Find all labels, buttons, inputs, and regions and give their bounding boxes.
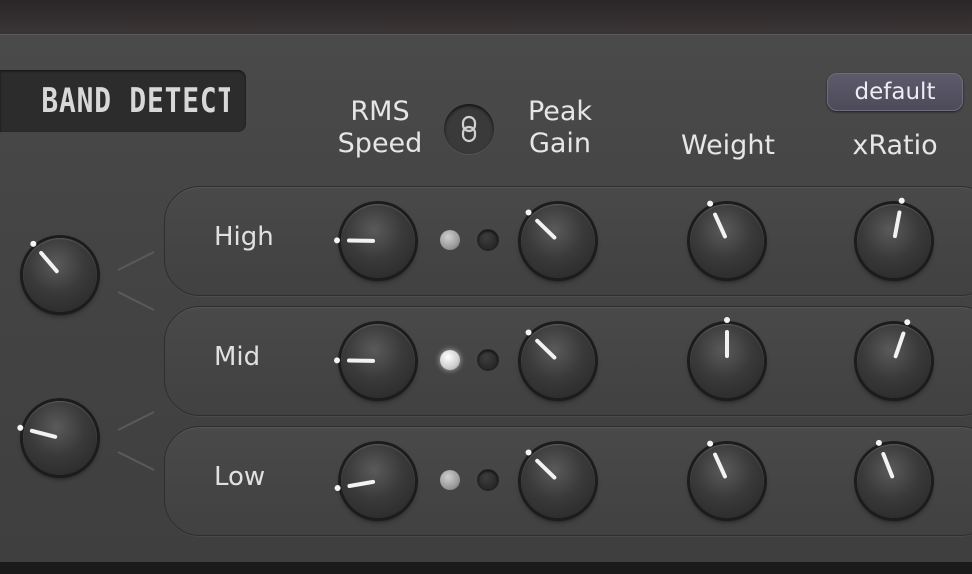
peak-gain-knob-low[interactable] [521,444,595,518]
header-rms-speed-line1: RMS [350,96,410,127]
header-rms-speed-line2: Speed [337,128,423,159]
bottom-bar [0,562,972,574]
panel-title: BAND DETECTOR [41,81,230,121]
knob-indicator [346,358,376,363]
knob-marker [16,424,24,432]
knob-indicator [893,331,906,359]
band-label-low: Low [214,462,266,492]
knob-indicator [534,337,558,361]
link-chain-icon [461,115,477,143]
knob-indicator [534,217,558,241]
rms-led-low[interactable] [440,470,460,490]
knob-indicator [712,451,728,480]
knob-indicator [38,250,60,275]
knob-indicator [347,479,376,489]
rms-speed-knob-low[interactable] [334,444,415,518]
rms-led-high[interactable] [440,230,460,250]
band-label-high: High [214,222,274,252]
xratio-knob-low[interactable] [857,438,931,518]
crossover-low-knob[interactable] [16,401,97,475]
header-xratio: xRatio [852,130,938,161]
knob-marker [333,237,341,244]
title-plate: BAND DETECTOR [0,70,246,132]
header-peak-gain: Peak Gain [505,96,615,160]
rms-speed-knob-mid[interactable] [333,324,415,398]
knob-indicator [892,210,902,239]
knob-indicator [880,451,895,479]
peak-led-low[interactable] [478,470,498,490]
peak-led-mid[interactable] [478,350,498,370]
weight-knob-mid[interactable] [690,317,764,398]
link-button[interactable] [444,104,494,154]
header-weight: Weight [680,130,776,161]
band-label-mid: Mid [214,342,261,372]
header-rms-speed: RMS Speed [325,96,435,160]
peak-led-high[interactable] [478,230,498,250]
rms-speed-knob-high[interactable] [333,204,415,278]
default-button[interactable]: default [827,73,963,111]
peak-gain-knob-high[interactable] [521,204,595,278]
knob-indicator [29,428,58,440]
xratio-knob-mid[interactable] [857,318,931,398]
knob-marker [724,317,730,323]
knob-indicator [534,457,558,481]
header-peak-gain-line2: Gain [528,128,592,159]
top-bar [0,0,972,34]
rms-led-mid[interactable] [440,350,460,370]
weight-knob-high[interactable] [690,199,764,278]
peak-gain-knob-mid[interactable] [521,324,595,398]
crossover-connector-lines [117,251,155,471]
crossover-high-knob[interactable] [23,238,97,312]
weight-knob-low[interactable] [690,439,764,518]
xratio-knob-high[interactable] [857,197,931,278]
knob-marker [333,357,341,364]
knob-indicator [346,238,376,243]
knob-indicator [725,330,729,358]
knob-indicator [712,211,728,240]
header-peak-gain-line1: Peak [527,96,593,127]
